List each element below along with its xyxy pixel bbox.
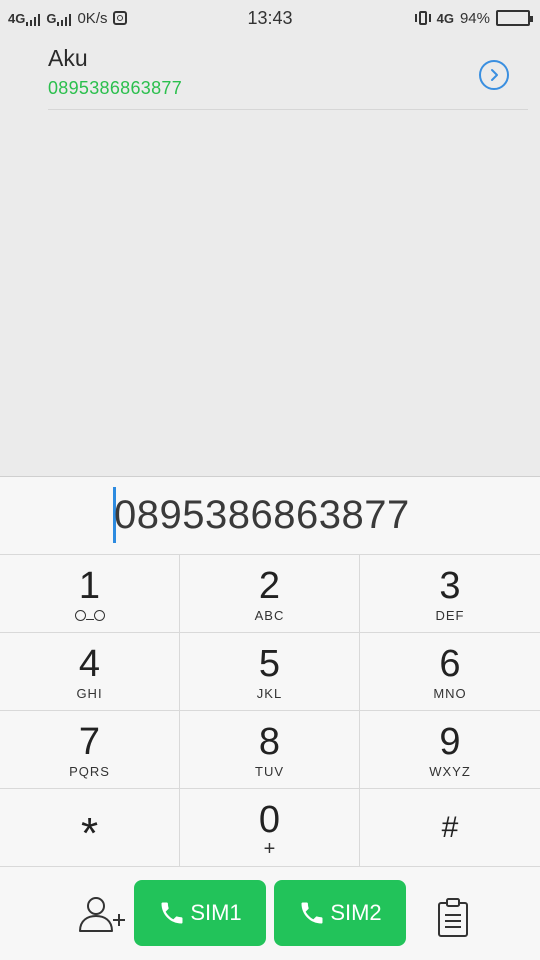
data-speed: 0K/s — [77, 9, 108, 27]
clipboard-button[interactable] — [436, 897, 470, 939]
contact-detail-button[interactable] — [479, 60, 509, 90]
key-hash[interactable]: # — [360, 788, 540, 866]
clipboard-icon — [438, 898, 468, 937]
phone-icon — [301, 902, 323, 924]
network-1: 4G — [8, 11, 41, 26]
add-contact-icon — [79, 897, 125, 932]
call-sim2-button[interactable]: SIM2 — [274, 880, 406, 946]
key-3[interactable]: 3 DEF — [360, 554, 540, 632]
number-display[interactable]: 0895386863877 — [0, 476, 540, 554]
dial-keypad: 1 2 ABC 3 DEF 4 GHI 5 JKL 6 MNO 7 PQRS 8… — [0, 554, 540, 866]
voicemail-icon — [74, 610, 105, 621]
status-bar: 4G G 0K/s 13:43 4G 94% — [0, 0, 540, 36]
call-sim1-button[interactable]: SIM1 — [134, 880, 266, 946]
signal-icon — [26, 13, 41, 26]
key-2[interactable]: 2 ABC — [180, 554, 360, 632]
contact-suggestion[interactable]: Aku 0895386863877 — [48, 40, 528, 110]
signal-icon — [57, 13, 72, 26]
key-0[interactable]: 0 + — [180, 788, 360, 866]
battery-icon — [496, 10, 533, 26]
status-left: 4G G 0K/s — [8, 9, 128, 27]
status-right: 4G 94% — [414, 9, 533, 27]
battery-percent: 94% — [459, 9, 490, 27]
key-4[interactable]: 4 GHI — [0, 632, 180, 710]
vibrate-icon — [414, 11, 431, 25]
instagram-icon — [113, 11, 128, 25]
key-6[interactable]: 6 MNO — [360, 632, 540, 710]
phone-icon — [161, 902, 183, 924]
sim2-label: SIM2 — [330, 900, 382, 925]
contact-number: 0895386863877 — [48, 78, 183, 98]
key-star[interactable]: * — [0, 788, 180, 866]
contact-name: Aku — [48, 45, 88, 71]
network-2: G — [46, 11, 72, 26]
dialed-number[interactable]: 0895386863877 — [114, 493, 410, 538]
dialer-action-bar: SIM1 SIM2 — [0, 866, 540, 960]
add-contact-button[interactable] — [76, 895, 132, 935]
chevron-right-icon — [491, 69, 498, 81]
network-3: 4G — [436, 10, 454, 26]
key-5[interactable]: 5 JKL — [180, 632, 360, 710]
key-9[interactable]: 9 WXYZ — [360, 710, 540, 788]
sim1-label: SIM1 — [190, 900, 242, 925]
key-8[interactable]: 8 TUV — [180, 710, 360, 788]
key-7[interactable]: 7 PQRS — [0, 710, 180, 788]
key-1[interactable]: 1 — [0, 554, 180, 632]
